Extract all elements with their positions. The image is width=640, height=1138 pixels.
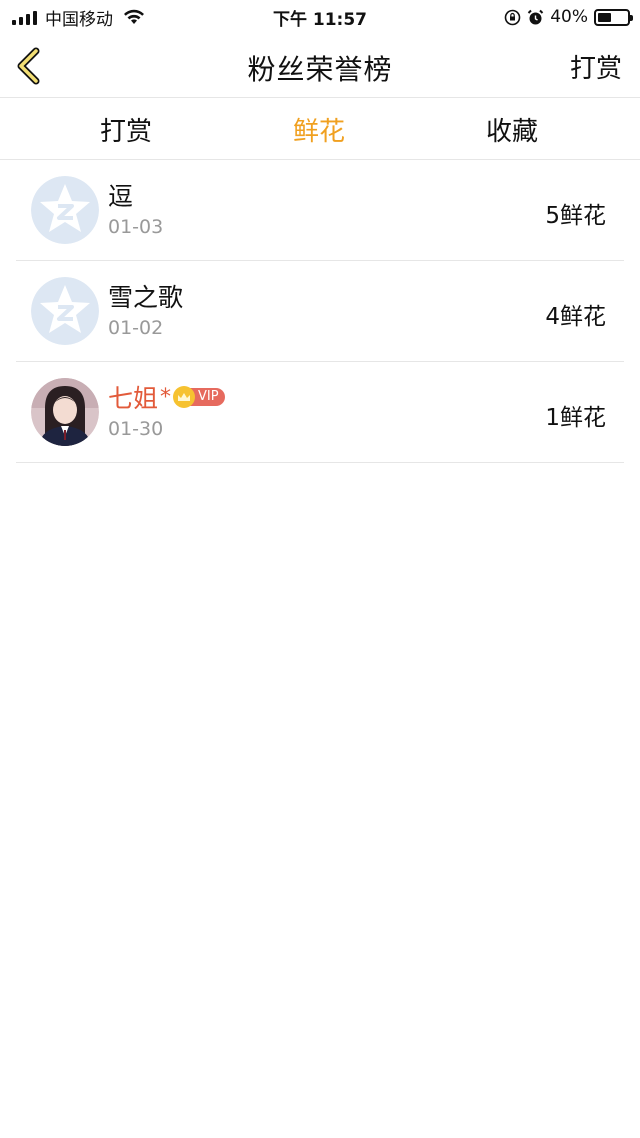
tab-reward[interactable]: 打赏 bbox=[66, 111, 186, 148]
status-bar: 中国移动 下午 11:57 40% bbox=[0, 0, 640, 34]
flower-count: 4鲜花 bbox=[545, 304, 606, 330]
reward-button[interactable]: 打赏 bbox=[570, 48, 622, 85]
nav-bar: 粉丝荣誉榜 打赏 bbox=[0, 34, 640, 98]
alarm-icon bbox=[527, 9, 544, 24]
back-chevron-icon[interactable] bbox=[12, 46, 48, 86]
page-title: 粉丝荣誉榜 bbox=[247, 53, 393, 86]
list-item[interactable]: 雪之歌 01-02 4鲜花 bbox=[16, 261, 624, 362]
list-item[interactable]: 逗 01-03 5鲜花 bbox=[16, 160, 624, 261]
tab-flowers[interactable]: 鲜花 bbox=[259, 111, 379, 148]
avatar[interactable] bbox=[31, 277, 99, 345]
user-name: 逗 bbox=[108, 182, 134, 211]
date: 01-03 bbox=[108, 216, 164, 238]
flower-count: 1鲜花 bbox=[545, 405, 606, 431]
flower-count: 5鲜花 bbox=[545, 203, 606, 229]
default-qq-avatar-icon bbox=[31, 277, 99, 345]
avatar[interactable] bbox=[31, 378, 99, 446]
date: 01-30 bbox=[108, 418, 164, 440]
user-photo-avatar bbox=[31, 378, 99, 446]
user-name: 雪之歌 bbox=[108, 283, 184, 312]
fan-ranking-list: 逗 01-03 5鲜花 雪之歌 01-02 4鲜花 七姐 * VIP 01-30… bbox=[16, 160, 624, 463]
battery-icon bbox=[594, 8, 633, 26]
avatar[interactable] bbox=[31, 176, 99, 244]
carrier-name: 中国移动 bbox=[45, 9, 113, 30]
list-item[interactable]: 七姐 * VIP 01-30 1鲜花 bbox=[16, 362, 624, 463]
battery-percent: 40% bbox=[550, 7, 588, 27]
default-qq-avatar-icon bbox=[31, 176, 99, 244]
cellular-signal-icon bbox=[12, 9, 37, 25]
tab-bar: 打赏 鲜花 收藏 bbox=[0, 99, 640, 160]
date: 01-02 bbox=[108, 317, 164, 339]
orientation-lock-icon bbox=[504, 9, 521, 25]
tab-favorites[interactable]: 收藏 bbox=[452, 111, 572, 148]
name-suffix: * bbox=[160, 384, 172, 410]
vip-badge: VIP bbox=[173, 386, 225, 408]
wifi-icon bbox=[124, 9, 144, 24]
crown-icon bbox=[173, 386, 196, 408]
user-name: 七姐 bbox=[108, 384, 159, 413]
